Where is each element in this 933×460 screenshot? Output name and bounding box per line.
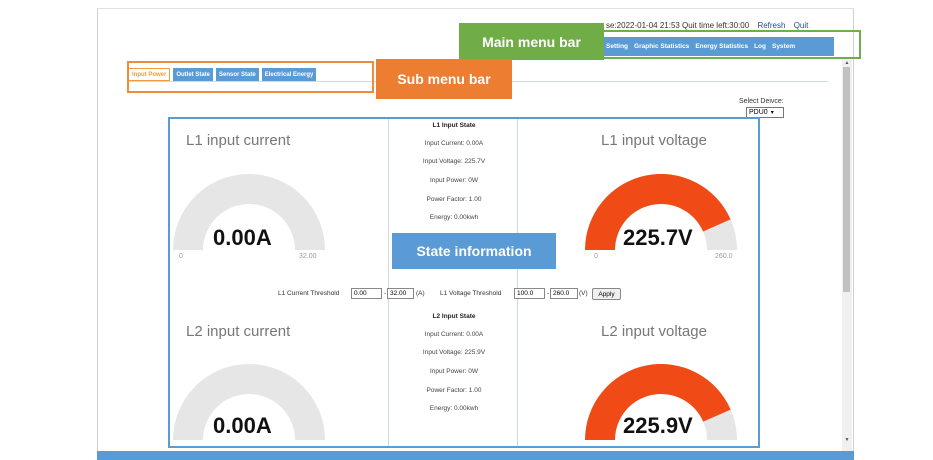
footer-bar [97,451,854,460]
l2-current-value: 0.00A [213,413,272,438]
l1-state-energy: Energy: 0.00kwh [429,214,479,221]
apply-button[interactable]: Apply [592,288,621,300]
session-time-text: se:2022-01-04 21:53 Quit time left:30:00 [606,21,750,30]
l2-current-title: L2 input current [186,323,291,340]
l1-voltage-value: 225.7V [623,225,693,250]
state-content-panel [168,117,760,448]
current-threshold-unit: (A) [416,290,425,297]
l2-voltage-title: L2 input voltage [601,323,707,340]
l2-state-current: Input Current: 0.00A [424,331,484,338]
device-select-label: Select Deivce: [739,98,784,105]
l1-current-max: 32.00 [299,253,317,260]
l1-state-voltage: Input Voltage: 225.7V [422,158,486,165]
voltage-threshold-dash: - [547,290,550,297]
l1-current-title: L1 input current [186,132,291,149]
session-status: se:2022-01-04 21:53 Quit time left:30:00… [606,21,808,30]
scroll-down-arrow-icon[interactable]: ▼ [843,437,851,443]
sub-menu-highlight [127,61,374,93]
voltage-threshold-max-input[interactable]: 260.0 [550,288,578,299]
device-select-value: PDU0 [749,109,768,116]
chevron-down-icon: ▾ [770,110,774,116]
current-threshold-max-input[interactable]: 32.00 [387,288,414,299]
l2-state-power-factor: Power Factor: 1.00 [426,387,482,394]
state-info-annotation: State information [392,233,556,269]
sub-menu-annotation: Sub menu bar [376,59,512,99]
l1-state-power-factor: Power Factor: 1.00 [426,196,482,203]
column-divider-right [517,119,518,446]
refresh-link[interactable]: Refresh [757,21,785,30]
main-menu-annotation: Main menu bar [459,23,604,60]
l1-voltage-min: 0 [594,253,598,260]
l1-state-title: L1 Input State [432,122,476,129]
l1-state-current: Input Current: 0.00A [424,140,484,147]
voltage-threshold-label: L1 Voltage Threshold [440,290,502,297]
voltage-threshold-min-input[interactable]: 100.0 [514,288,545,299]
l2-state-voltage: Input Voltage: 225.9V [422,349,486,356]
l2-state-power: Input Power: 0W [429,368,479,375]
main-menu-highlight [602,30,861,59]
l1-current-min: 0 [179,253,183,260]
l1-state-power: Input Power: 0W [429,177,479,184]
l2-voltage-value: 225.9V [623,413,693,438]
l1-voltage-max: 260.0 [715,253,733,260]
l2-state-title: L2 Input State [432,313,476,320]
scrollbar-thumb[interactable] [843,67,850,292]
l1-current-value: 0.00A [213,225,272,250]
current-threshold-label: L1 Current Threshold [278,290,340,297]
column-divider-left [388,119,389,446]
l2-state-energy: Energy: 0.00kwh [429,405,479,412]
current-threshold-dash: - [384,290,387,297]
top-divider [97,8,854,9]
scroll-up-arrow-icon[interactable]: ▲ [843,60,851,66]
quit-link[interactable]: Quit [794,21,809,30]
voltage-threshold-unit: (V) [579,290,588,297]
current-threshold-min-input[interactable]: 0.00 [351,288,382,299]
l1-voltage-title: L1 input voltage [601,132,707,149]
